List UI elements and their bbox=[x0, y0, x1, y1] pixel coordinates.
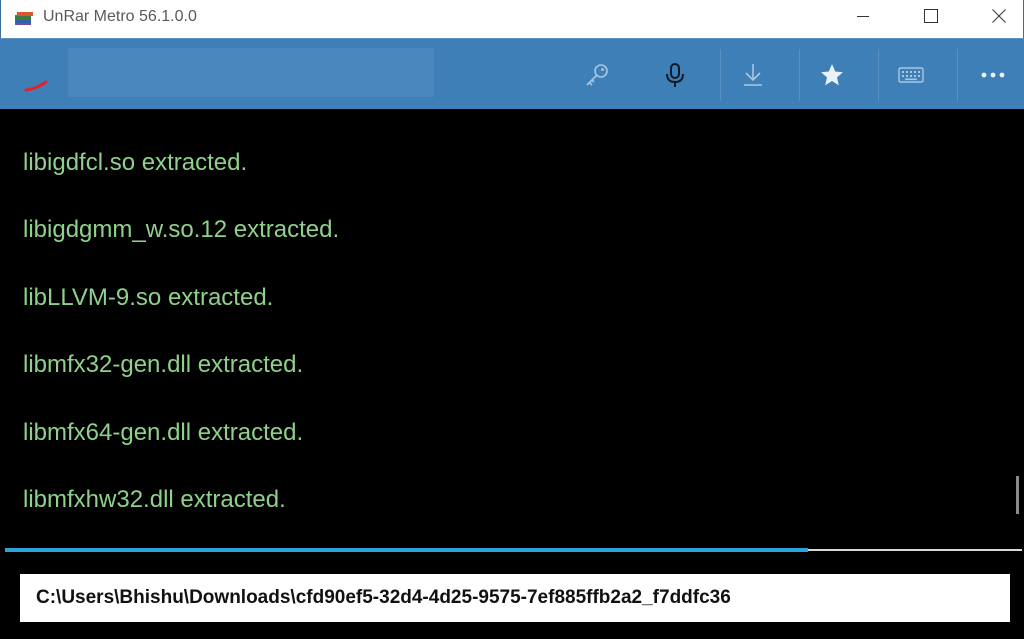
keyboard-icon bbox=[898, 66, 924, 83]
key-icon bbox=[586, 63, 608, 86]
favorite-button[interactable] bbox=[809, 39, 855, 110]
keyboard-button[interactable] bbox=[888, 39, 934, 110]
maximize-icon bbox=[924, 9, 938, 23]
path-text: C:\Users\Bhishu\Downloads\cfd90ef5-32d4-… bbox=[36, 587, 731, 608]
more-button[interactable] bbox=[970, 39, 1016, 110]
microphone-button[interactable] bbox=[652, 39, 698, 110]
key-button[interactable] bbox=[574, 39, 620, 110]
star-icon bbox=[821, 63, 843, 85]
toolbar bbox=[0, 38, 1024, 109]
path-bar: C:\Users\Bhishu\Downloads\cfd90ef5-32d4-… bbox=[0, 556, 1024, 639]
more-icon bbox=[981, 72, 1005, 77]
toolbar-separator bbox=[878, 49, 879, 101]
log-line: libmfx32-gen.dll extracted. bbox=[23, 351, 304, 378]
path-field[interactable]: C:\Users\Bhishu\Downloads\cfd90ef5-32d4-… bbox=[20, 574, 1010, 622]
maximize-button[interactable] bbox=[908, 0, 954, 32]
microphone-icon bbox=[666, 62, 684, 87]
toolbar-separator bbox=[957, 49, 958, 101]
scrollbar-thumb[interactable] bbox=[1016, 476, 1019, 514]
log-line: libmfx64-gen.dll extracted. bbox=[23, 419, 304, 446]
log-line: libLLVM-9.so extracted. bbox=[23, 284, 274, 311]
logo-mark-icon bbox=[24, 80, 48, 92]
window-title: UnRar Metro 56.1.0.0 bbox=[43, 8, 197, 25]
log-line: libigdgmm_w.so.12 extracted. bbox=[23, 216, 340, 243]
minimize-button[interactable] bbox=[840, 0, 886, 32]
search-input[interactable] bbox=[68, 48, 434, 97]
download-icon bbox=[744, 63, 762, 86]
close-button[interactable] bbox=[976, 0, 1022, 32]
log-line: libigdfcl.so extracted. bbox=[23, 149, 248, 176]
toolbar-separator bbox=[799, 49, 800, 101]
app-icon bbox=[15, 12, 33, 25]
download-button[interactable] bbox=[730, 39, 776, 110]
progress-fill bbox=[5, 548, 808, 552]
toolbar-separator bbox=[720, 49, 721, 101]
log-line: libmfxhw32.dll extracted. bbox=[23, 486, 286, 513]
title-bar: UnRar Metro 56.1.0.0 bbox=[0, 0, 1024, 38]
close-icon bbox=[992, 9, 1006, 23]
progress-bar bbox=[5, 548, 1022, 552]
extraction-log: libigdfcl.so extracted. libigdgmm_w.so.1… bbox=[0, 109, 1024, 546]
minimize-icon bbox=[857, 16, 869, 17]
